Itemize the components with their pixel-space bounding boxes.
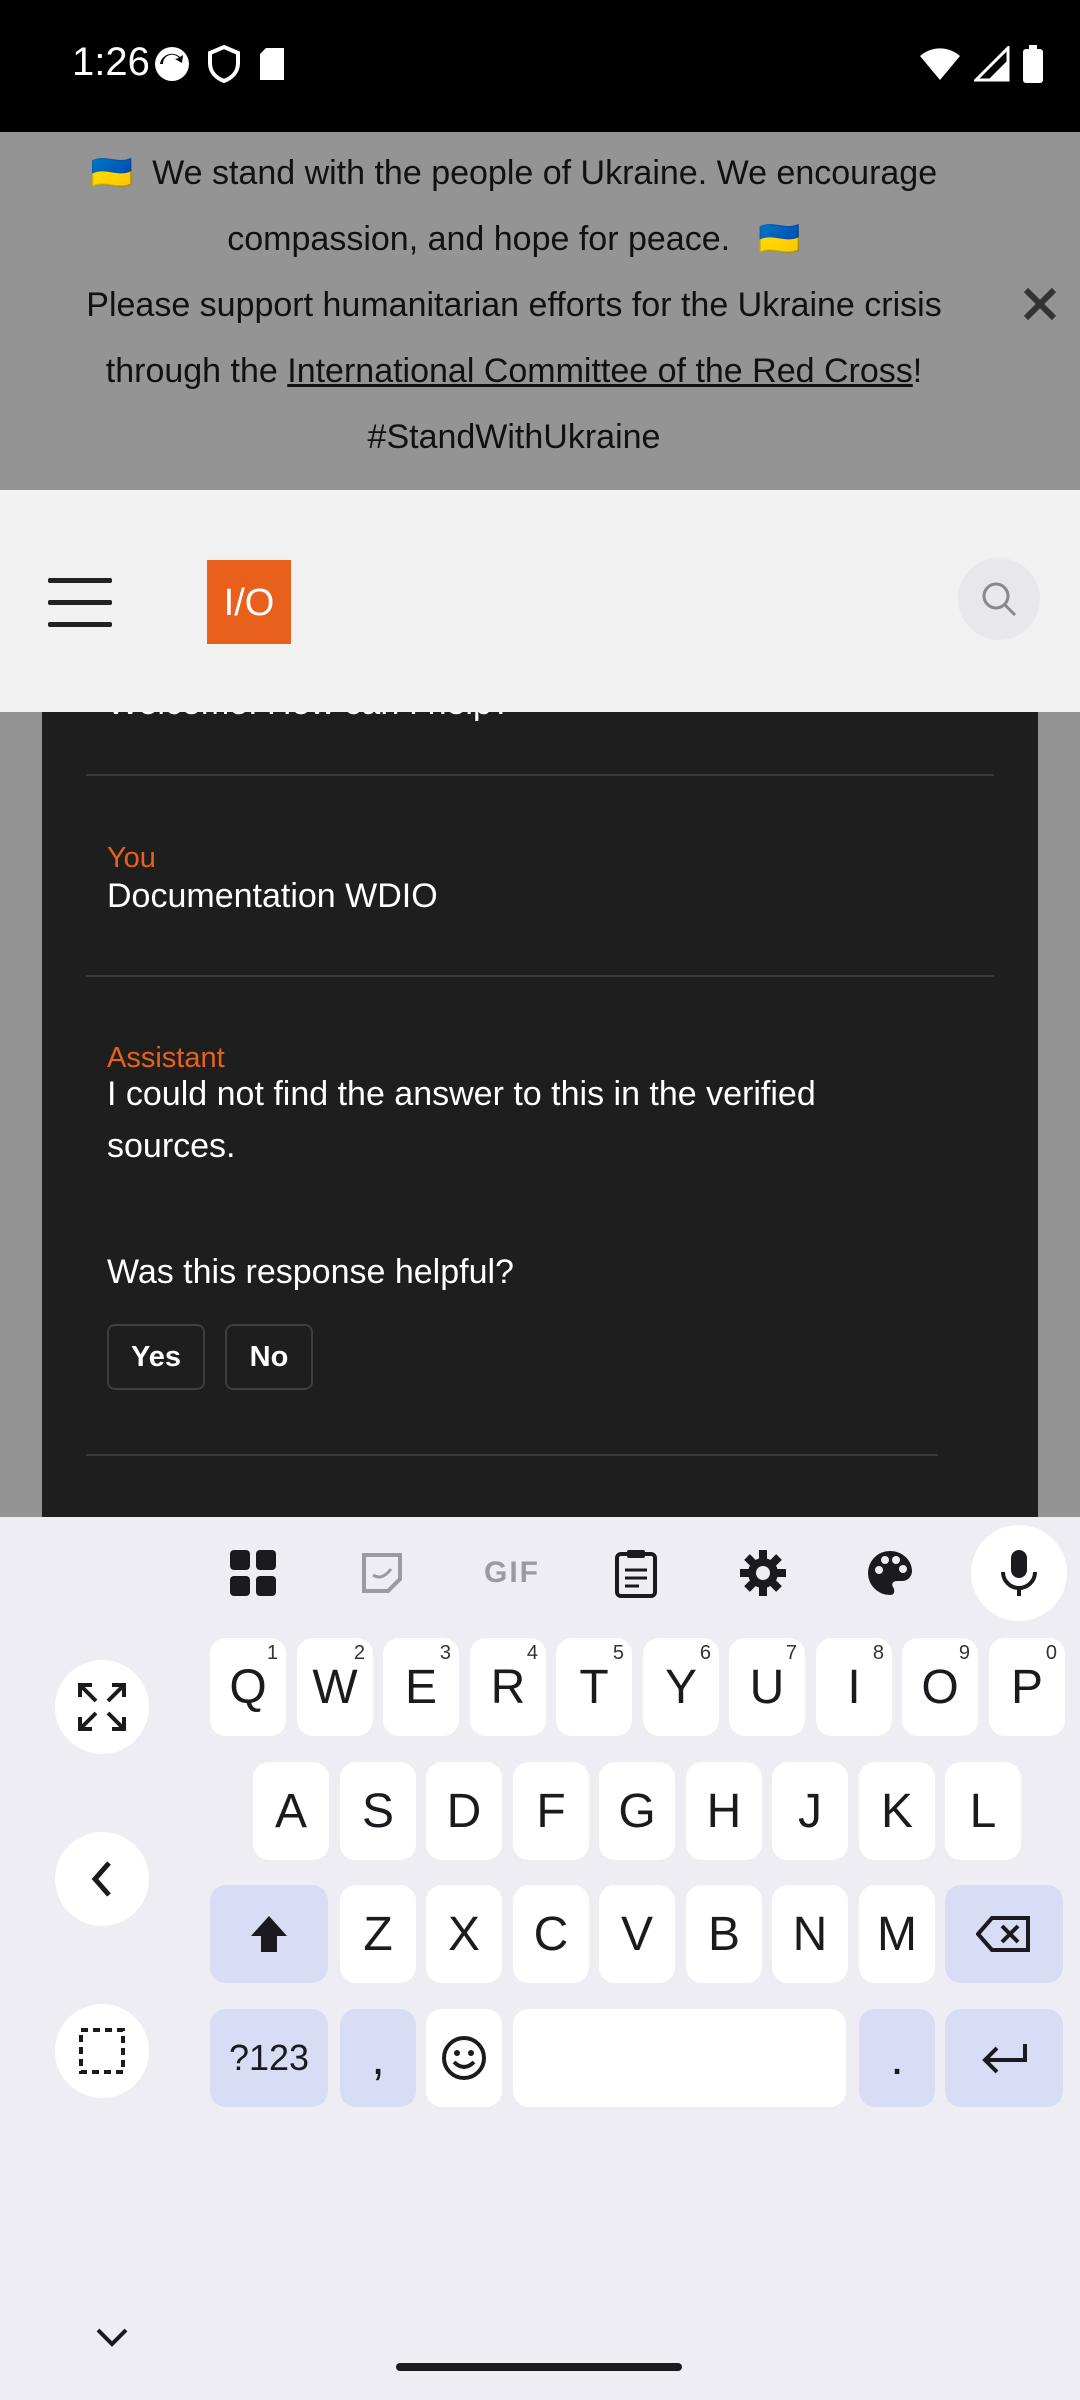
ukraine-flag-icon: 🇺🇦 — [758, 220, 801, 258]
collapse-keyboard-chevron-down-icon[interactable] — [90, 2320, 134, 2354]
signal-icon — [972, 44, 1010, 87]
banner-line-3: Please support humanitarian efforts for … — [86, 286, 942, 324]
key-r[interactable]: R4 — [470, 1638, 546, 1736]
search-button[interactable] — [958, 558, 1040, 640]
key-f[interactable]: F — [513, 1762, 589, 1860]
expand-keyboard-button[interactable] — [55, 1660, 149, 1754]
comma-key[interactable]: , — [340, 2009, 416, 2107]
hamburger-menu-button[interactable] — [48, 578, 114, 628]
feedback-question: Was this response helpful? — [107, 1253, 514, 1291]
site-header: I/O — [0, 490, 1080, 713]
keyboard: GIF Q1 W2 E3 R4 T5 Y6 U7 I8 O9 P0 A S D … — [0, 1517, 1080, 2400]
symbols-key[interactable]: ?123 — [210, 2009, 328, 2107]
key-w[interactable]: W2 — [297, 1638, 373, 1736]
shift-key[interactable] — [210, 1885, 328, 1983]
enter-icon — [982, 2044, 1027, 2074]
key-t[interactable]: T5 — [556, 1638, 632, 1736]
chevron-left-icon — [91, 1861, 111, 1897]
microphone-icon — [1001, 1550, 1037, 1596]
key-j[interactable]: J — [772, 1762, 848, 1860]
enter-key[interactable] — [945, 2009, 1063, 2107]
emoji-icon — [442, 2036, 486, 2080]
key-q[interactable]: Q1 — [210, 1638, 286, 1736]
cursor-left-button[interactable] — [55, 1832, 149, 1926]
key-b[interactable]: B — [686, 1885, 762, 1983]
feedback-no-button[interactable]: No — [225, 1324, 313, 1390]
banner-line-1: We stand with the people of Ukraine. We … — [152, 154, 938, 192]
assistant-chat-panel: Welcome! How can I help? You Documentati… — [42, 712, 1038, 1517]
key-e[interactable]: E3 — [383, 1638, 459, 1736]
wifi-icon — [918, 46, 962, 87]
key-x[interactable]: X — [426, 1885, 502, 1983]
key-h[interactable]: H — [686, 1762, 762, 1860]
sticker-icon[interactable] — [346, 1537, 418, 1609]
key-g[interactable]: G — [599, 1762, 675, 1860]
key-m[interactable]: M — [859, 1885, 935, 1983]
expand-icon — [78, 1683, 126, 1731]
apps-icon[interactable] — [217, 1537, 289, 1609]
settings-gear-icon[interactable] — [727, 1537, 799, 1609]
shield-icon — [206, 44, 242, 89]
gif-icon[interactable]: GIF — [472, 1537, 552, 1609]
banner-line-2: compassion, and hope for peace. — [227, 220, 731, 258]
webdriverio-logo[interactable]: I/O — [207, 560, 291, 644]
key-n[interactable]: N — [772, 1885, 848, 1983]
ukraine-flag-icon: 🇺🇦 — [90, 154, 134, 192]
key-a[interactable]: A — [253, 1762, 329, 1860]
emoji-key[interactable] — [426, 2009, 502, 2107]
select-all-icon — [79, 2028, 125, 2074]
key-c[interactable]: C — [513, 1885, 589, 1983]
message-text-assistant: I could not find the answer to this in t… — [107, 1075, 816, 1165]
backspace-key[interactable] — [945, 1885, 1063, 1983]
period-key[interactable]: . — [859, 2009, 935, 2107]
key-y[interactable]: Y6 — [643, 1638, 719, 1736]
key-u[interactable]: U7 — [729, 1638, 805, 1736]
message-text-user: Documentation WDIO — [107, 877, 438, 915]
navigation-handle[interactable] — [396, 2363, 682, 2371]
palette-icon[interactable] — [854, 1537, 926, 1609]
ukraine-banner: 🇺🇦 We stand with the people of Ukraine. … — [0, 132, 1080, 490]
welcome-message: Welcome! How can I help? — [107, 712, 511, 723]
key-s[interactable]: S — [340, 1762, 416, 1860]
key-p[interactable]: P0 — [989, 1638, 1065, 1736]
battery-icon — [1022, 44, 1044, 89]
close-icon — [1023, 287, 1057, 321]
key-o[interactable]: O9 — [902, 1638, 978, 1736]
status-bar: 1:26 — [0, 0, 1080, 132]
key-v[interactable]: V — [599, 1885, 675, 1983]
red-cross-link[interactable]: International Committee of the Red Cross — [287, 352, 913, 390]
search-icon — [982, 582, 1017, 617]
microphone-button[interactable] — [971, 1525, 1067, 1621]
banner-hashtag: #StandWithUkraine — [367, 418, 661, 456]
backspace-icon — [976, 1916, 1030, 1952]
key-z[interactable]: Z — [340, 1885, 416, 1983]
sd-card-icon — [256, 44, 288, 89]
space-bar[interactable] — [513, 2009, 846, 2107]
key-k[interactable]: K — [859, 1762, 935, 1860]
close-banner-button[interactable] — [1018, 282, 1062, 326]
sync-icon — [152, 44, 192, 89]
key-l[interactable]: L — [945, 1762, 1021, 1860]
key-d[interactable]: D — [426, 1762, 502, 1860]
select-text-button[interactable] — [55, 2004, 149, 2098]
svg-text:I/O: I/O — [224, 582, 275, 624]
clipboard-icon[interactable] — [600, 1537, 672, 1609]
key-i[interactable]: I8 — [816, 1638, 892, 1736]
status-time: 1:26 — [72, 40, 150, 84]
feedback-yes-button[interactable]: Yes — [107, 1324, 205, 1390]
shift-icon — [251, 1916, 287, 1952]
